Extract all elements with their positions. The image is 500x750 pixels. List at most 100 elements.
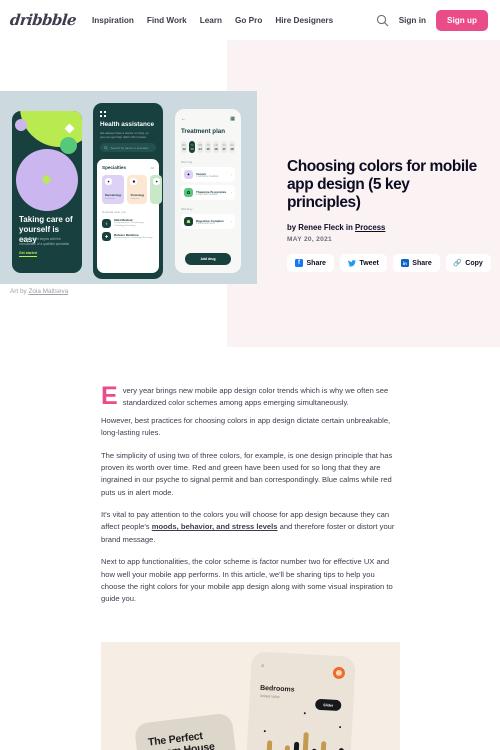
share-label: Copy [465, 259, 483, 267]
search-icon [104, 145, 108, 150]
byline-author: by Renee Fleck in [287, 223, 356, 232]
specialties-see-all[interactable]: All [151, 166, 154, 170]
byline-category-link[interactable]: Process [355, 223, 385, 232]
header-actions: Sign in Sign up [376, 9, 488, 31]
chevron-right-icon: › [230, 190, 232, 195]
get-started-button[interactable]: Get started [19, 251, 37, 257]
hero-text-column: Choosing colors for mobile app design (5… [287, 158, 491, 272]
share-label: Share [412, 259, 432, 267]
nav-item-learn[interactable]: Learn [200, 16, 222, 25]
credit-prefix: Art by [10, 288, 29, 295]
nav-item-go-pro[interactable]: Go Pro [235, 16, 262, 25]
paragraph-1: very year brings new mobile app design c… [122, 386, 389, 408]
article-body: E very year brings new mobile app design… [101, 382, 400, 616]
virusology-icon: ✹ [130, 178, 138, 185]
back-arrow-icon[interactable]: ← [181, 116, 186, 122]
day-chip[interactable]: SA 17 [221, 141, 227, 153]
dream-house-title: The Perfect Dream House for you [147, 730, 216, 750]
day-chip[interactable]: MO 12 [181, 141, 187, 153]
drug-row[interactable]: ☗ Digestive Complex 2 drops after lunch … [181, 214, 235, 229]
artwork-credit: Art by Zoia Maltseva [10, 288, 68, 295]
main-nav: Inspiration Find Work Learn Go Pro Hire … [92, 16, 333, 25]
user-avatar[interactable] [332, 666, 346, 680]
search-icon[interactable] [376, 14, 389, 27]
hospital-meta: Family medicine, Dermatology, Cardiology… [114, 222, 144, 227]
article-inline-image: The Perfect Dream House for you A smart … [101, 642, 400, 750]
bedrooms-card-topbar: ⌂ [261, 662, 346, 680]
nav-item-hire-designers[interactable]: Hire Designers [275, 16, 333, 25]
chevron-right-icon: › [230, 219, 232, 224]
twitter-icon [347, 259, 356, 267]
day-selector: MO 12 TU 13 WE 14 TH 15 FR 16 SA 17 SU 18 [181, 141, 235, 153]
credit-artist-link[interactable]: Zoia Maltseva [28, 288, 68, 295]
paragraph-4: It's vital to pay attention to the color… [101, 509, 400, 546]
chart-bar [283, 745, 291, 750]
hospital-icon: ✚ [102, 232, 111, 241]
day-chip[interactable]: WE 14 [197, 141, 203, 153]
day-chip[interactable]: TH 15 [205, 141, 211, 153]
drug-note: 1 tab before breakfast [196, 175, 219, 178]
dream-house-card: The Perfect Dream House for you A smart … [133, 712, 243, 750]
purple-small-circle [15, 119, 27, 131]
specialty-count: 4 doctors [130, 198, 140, 200]
hero-section: Taking care of yourself is easy Any trea… [0, 40, 500, 347]
calendar-icon[interactable]: ▦ [230, 116, 235, 122]
drug-icon: ✿ [184, 188, 193, 197]
specialty-card-dermatology[interactable]: ✦ Dermatology 32 doctors [102, 175, 125, 204]
copy-link-button[interactable]: 🔗 Copy [445, 254, 491, 272]
link-icon: 🔗 [453, 260, 463, 267]
specialty-search-field[interactable]: Search by name or specialty [100, 143, 156, 152]
onboarding-subtitle: Any treatment begins with the consultati… [19, 237, 69, 246]
hospital-list-item[interactable]: ✚ Rafcare Medicine Family medicine, Card… [102, 232, 154, 241]
hospital-icon: ⚕ [102, 218, 111, 228]
chart-bar [301, 732, 309, 750]
specialty-card-cardiology[interactable]: ✦ [150, 175, 163, 204]
nav-item-find-work[interactable]: Find Work [147, 16, 187, 25]
sign-in-link[interactable]: Sign in [399, 16, 426, 25]
green-circle [60, 137, 77, 154]
share-linkedin-button[interactable]: in Share [392, 254, 440, 272]
drug-icon: ☗ [184, 217, 193, 226]
hospital-list-item[interactable]: ⚕ GBH Medical Family medicine, Dermatolo… [102, 218, 154, 228]
day-chip-selected[interactable]: TU 13 [189, 141, 195, 153]
day-number: 17 [222, 146, 226, 151]
drug-row[interactable]: ✿ Theanine B-complex 1 caps after breakf… [181, 185, 235, 200]
mockup-phone-health-assistance: Health assistance We always have a docto… [93, 103, 163, 279]
day-number: 12 [182, 146, 186, 151]
search-placeholder: Search by name or specialty [110, 145, 149, 150]
add-drug-button[interactable]: Add drug [185, 253, 231, 265]
day-chip[interactable]: FR 16 [213, 141, 219, 153]
hero-artwork: Taking care of yourself is easy Any trea… [0, 91, 257, 284]
health-assistance-title: Health assistance [100, 121, 154, 128]
drug-note: 1 caps after breakfast [196, 193, 219, 196]
drug-name: Theanine B-complex [196, 189, 227, 194]
specialty-count: 32 doctors [105, 198, 116, 200]
health-assistance-subtitle: We always have a doctor on duty, so you … [100, 131, 149, 140]
drop-cap: E [101, 382, 118, 410]
specialties-header: Specialties All [102, 165, 154, 170]
facebook-icon: f [295, 259, 303, 267]
share-buttons: f Share Tweet in Share 🔗 Copy [287, 254, 491, 272]
sign-up-button[interactable]: Sign up [435, 9, 488, 31]
house-logo-icon: ⌂ [261, 662, 265, 670]
grid-menu-icon[interactable] [100, 111, 106, 117]
nav-item-inspiration[interactable]: Inspiration [92, 16, 134, 25]
specialty-name: Dermatology [105, 194, 122, 197]
drug-row[interactable]: ✦ Venom 1 tab before breakfast › [181, 167, 235, 182]
treatment-plan-title: Treatment plan [181, 128, 226, 135]
day-chip[interactable]: SU 18 [229, 141, 235, 153]
section-label-morning: Morning [181, 160, 193, 164]
site-header: dribbble Inspiration Find Work Learn Go … [0, 0, 500, 40]
moods-behavior-link[interactable]: moods, behavior, and stress levels [152, 522, 278, 531]
day-number: 13 [190, 146, 194, 151]
drug-note: 2 drops after lunch [196, 222, 216, 225]
dermatology-icon: ✦ [105, 178, 112, 185]
day-number: 15 [206, 146, 210, 151]
specialty-card-virusology[interactable]: ✹ Virusology 4 doctors [127, 175, 148, 204]
slider-pill-button[interactable]: Slider [314, 698, 342, 712]
share-label: Tweet [359, 259, 379, 267]
paragraph-3: The simplicity of using two of three col… [101, 450, 393, 497]
share-facebook-button[interactable]: f Share [287, 254, 334, 272]
share-twitter-button[interactable]: Tweet [339, 254, 387, 272]
dribbble-logo[interactable]: dribbble [9, 11, 77, 29]
